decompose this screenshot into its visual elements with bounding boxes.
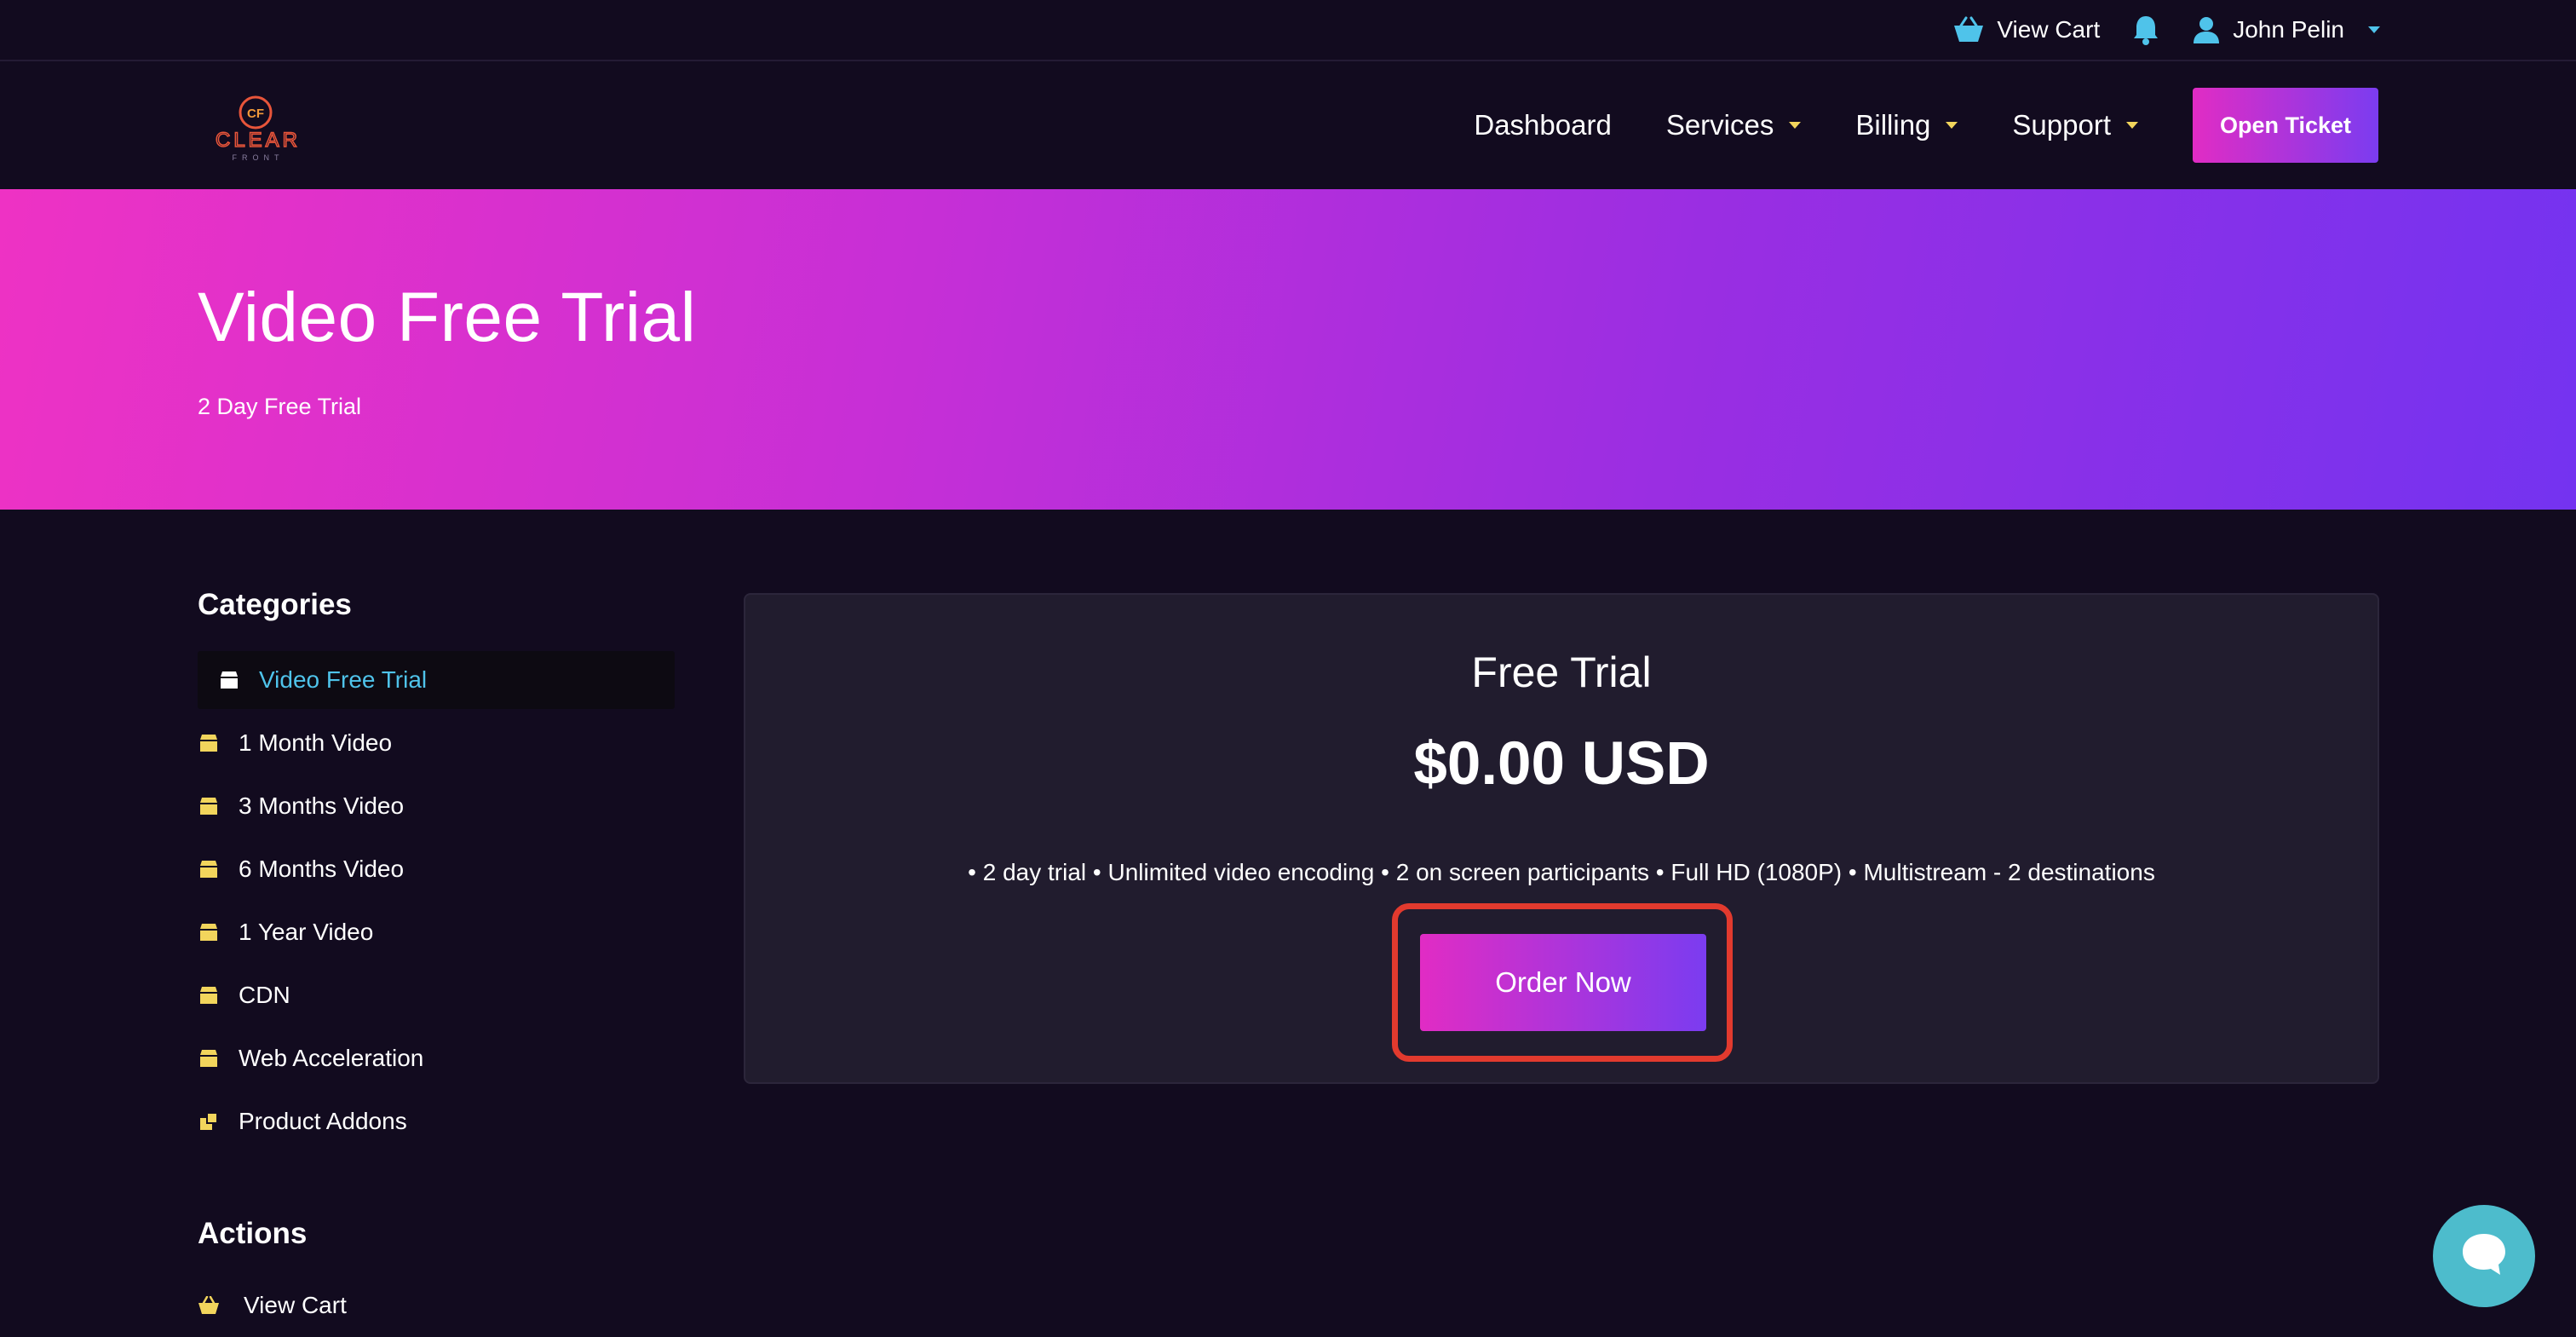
order-now-button[interactable]: Order Now (1420, 934, 1706, 1031)
product-features: • 2 day trial • Unlimited video encoding… (968, 859, 2155, 885)
actions-heading: Actions (198, 1217, 308, 1250)
chevron-down-icon (1946, 122, 1958, 129)
basket-icon (198, 1294, 220, 1317)
nav-services-label: Services (1665, 109, 1774, 141)
nav-billing-label: Billing (1855, 109, 1931, 141)
chevron-down-icon (1789, 122, 1802, 129)
box-icon (198, 984, 220, 1006)
svg-text:CLEAR: CLEAR (216, 129, 301, 152)
action-view-cart[interactable]: View Cart (198, 1280, 675, 1331)
category-item-6-months-video[interactable]: 6 Months Video (198, 840, 675, 898)
category-item-web-acceleration[interactable]: Web Acceleration (198, 1029, 675, 1087)
open-ticket-button[interactable]: Open Ticket (2193, 88, 2378, 163)
category-label: Product Addons (239, 1108, 407, 1134)
category-label: 1 Month Video (239, 729, 393, 756)
box-icon (198, 795, 220, 817)
clear-front-logo[interactable]: CF CLEAR FRONT (211, 92, 305, 164)
utility-bar: View Cart John Pelin (0, 0, 2576, 61)
user-name: John Pelin (2233, 16, 2344, 43)
action-label: View Cart (244, 1292, 347, 1318)
category-item-video-free-trial[interactable]: Video Free Trial (198, 651, 675, 709)
category-label: Web Acceleration (239, 1045, 424, 1071)
category-label: 6 Months Video (239, 856, 405, 882)
box-icon (198, 921, 220, 943)
page-title: Video Free Trial (198, 279, 697, 356)
nav-services[interactable]: Services (1666, 109, 1802, 141)
category-item-1-month-video[interactable]: 1 Month Video (198, 714, 675, 772)
svg-text:CF: CF (247, 107, 264, 121)
category-label: 1 Year Video (239, 919, 374, 945)
category-item-cdn[interactable]: CDN (198, 966, 675, 1024)
product-name: Free Trial (1471, 648, 1652, 696)
category-item-1-year-video[interactable]: 1 Year Video (198, 903, 675, 961)
chevron-down-icon (2368, 26, 2380, 33)
box-icon (198, 1047, 220, 1069)
box-icon (198, 732, 220, 754)
category-label: 3 Months Video (239, 792, 405, 819)
svg-text:FRONT: FRONT (233, 153, 285, 162)
sidebar: Categories Video Free Trial 1 Month Vide… (198, 588, 675, 1331)
user-menu[interactable]: John Pelin (2192, 15, 2380, 44)
page-subtitle: 2 Day Free Trial (198, 394, 362, 419)
product-price: $0.00 USD (1413, 730, 1710, 798)
user-icon (2192, 15, 2221, 44)
page: View Cart John Pelin CF CLEAR FRONT Dash… (0, 0, 2576, 1337)
nav-support[interactable]: Support (2012, 109, 2138, 141)
basket-icon (1952, 16, 1985, 43)
nav-support-label: Support (2012, 109, 2111, 141)
notifications-button[interactable] (2132, 14, 2159, 45)
nav-dashboard-label: Dashboard (1474, 109, 1612, 141)
nav-billing[interactable]: Billing (1855, 109, 1958, 141)
category-item-3-months-video[interactable]: 3 Months Video (198, 777, 675, 835)
view-cart-link[interactable]: View Cart (1952, 16, 2100, 43)
view-cart-label: View Cart (1997, 16, 2101, 43)
box-icon (218, 669, 240, 691)
product-card: Free Trial $0.00 USD • 2 day trial • Unl… (744, 593, 2379, 1084)
main-navbar: CF CLEAR FRONT Dashboard Services Billin… (0, 61, 2576, 189)
box-icon (198, 858, 220, 880)
addons-icon (198, 1110, 220, 1132)
category-label: CDN (239, 982, 290, 1008)
category-label: Video Free Trial (259, 666, 428, 693)
bell-icon (2132, 14, 2159, 45)
categories-list: Video Free Trial 1 Month Video 3 Months … (198, 651, 675, 1150)
chat-bubble-icon (2459, 1230, 2509, 1282)
live-chat-button[interactable] (2433, 1205, 2535, 1307)
categories-heading: Categories (198, 588, 352, 621)
nav-dashboard[interactable]: Dashboard (1474, 109, 1611, 141)
page-header-banner: Video Free Trial 2 Day Free Trial (0, 189, 2576, 510)
category-item-product-addons[interactable]: Product Addons (198, 1092, 675, 1150)
chevron-down-icon (2126, 122, 2138, 129)
